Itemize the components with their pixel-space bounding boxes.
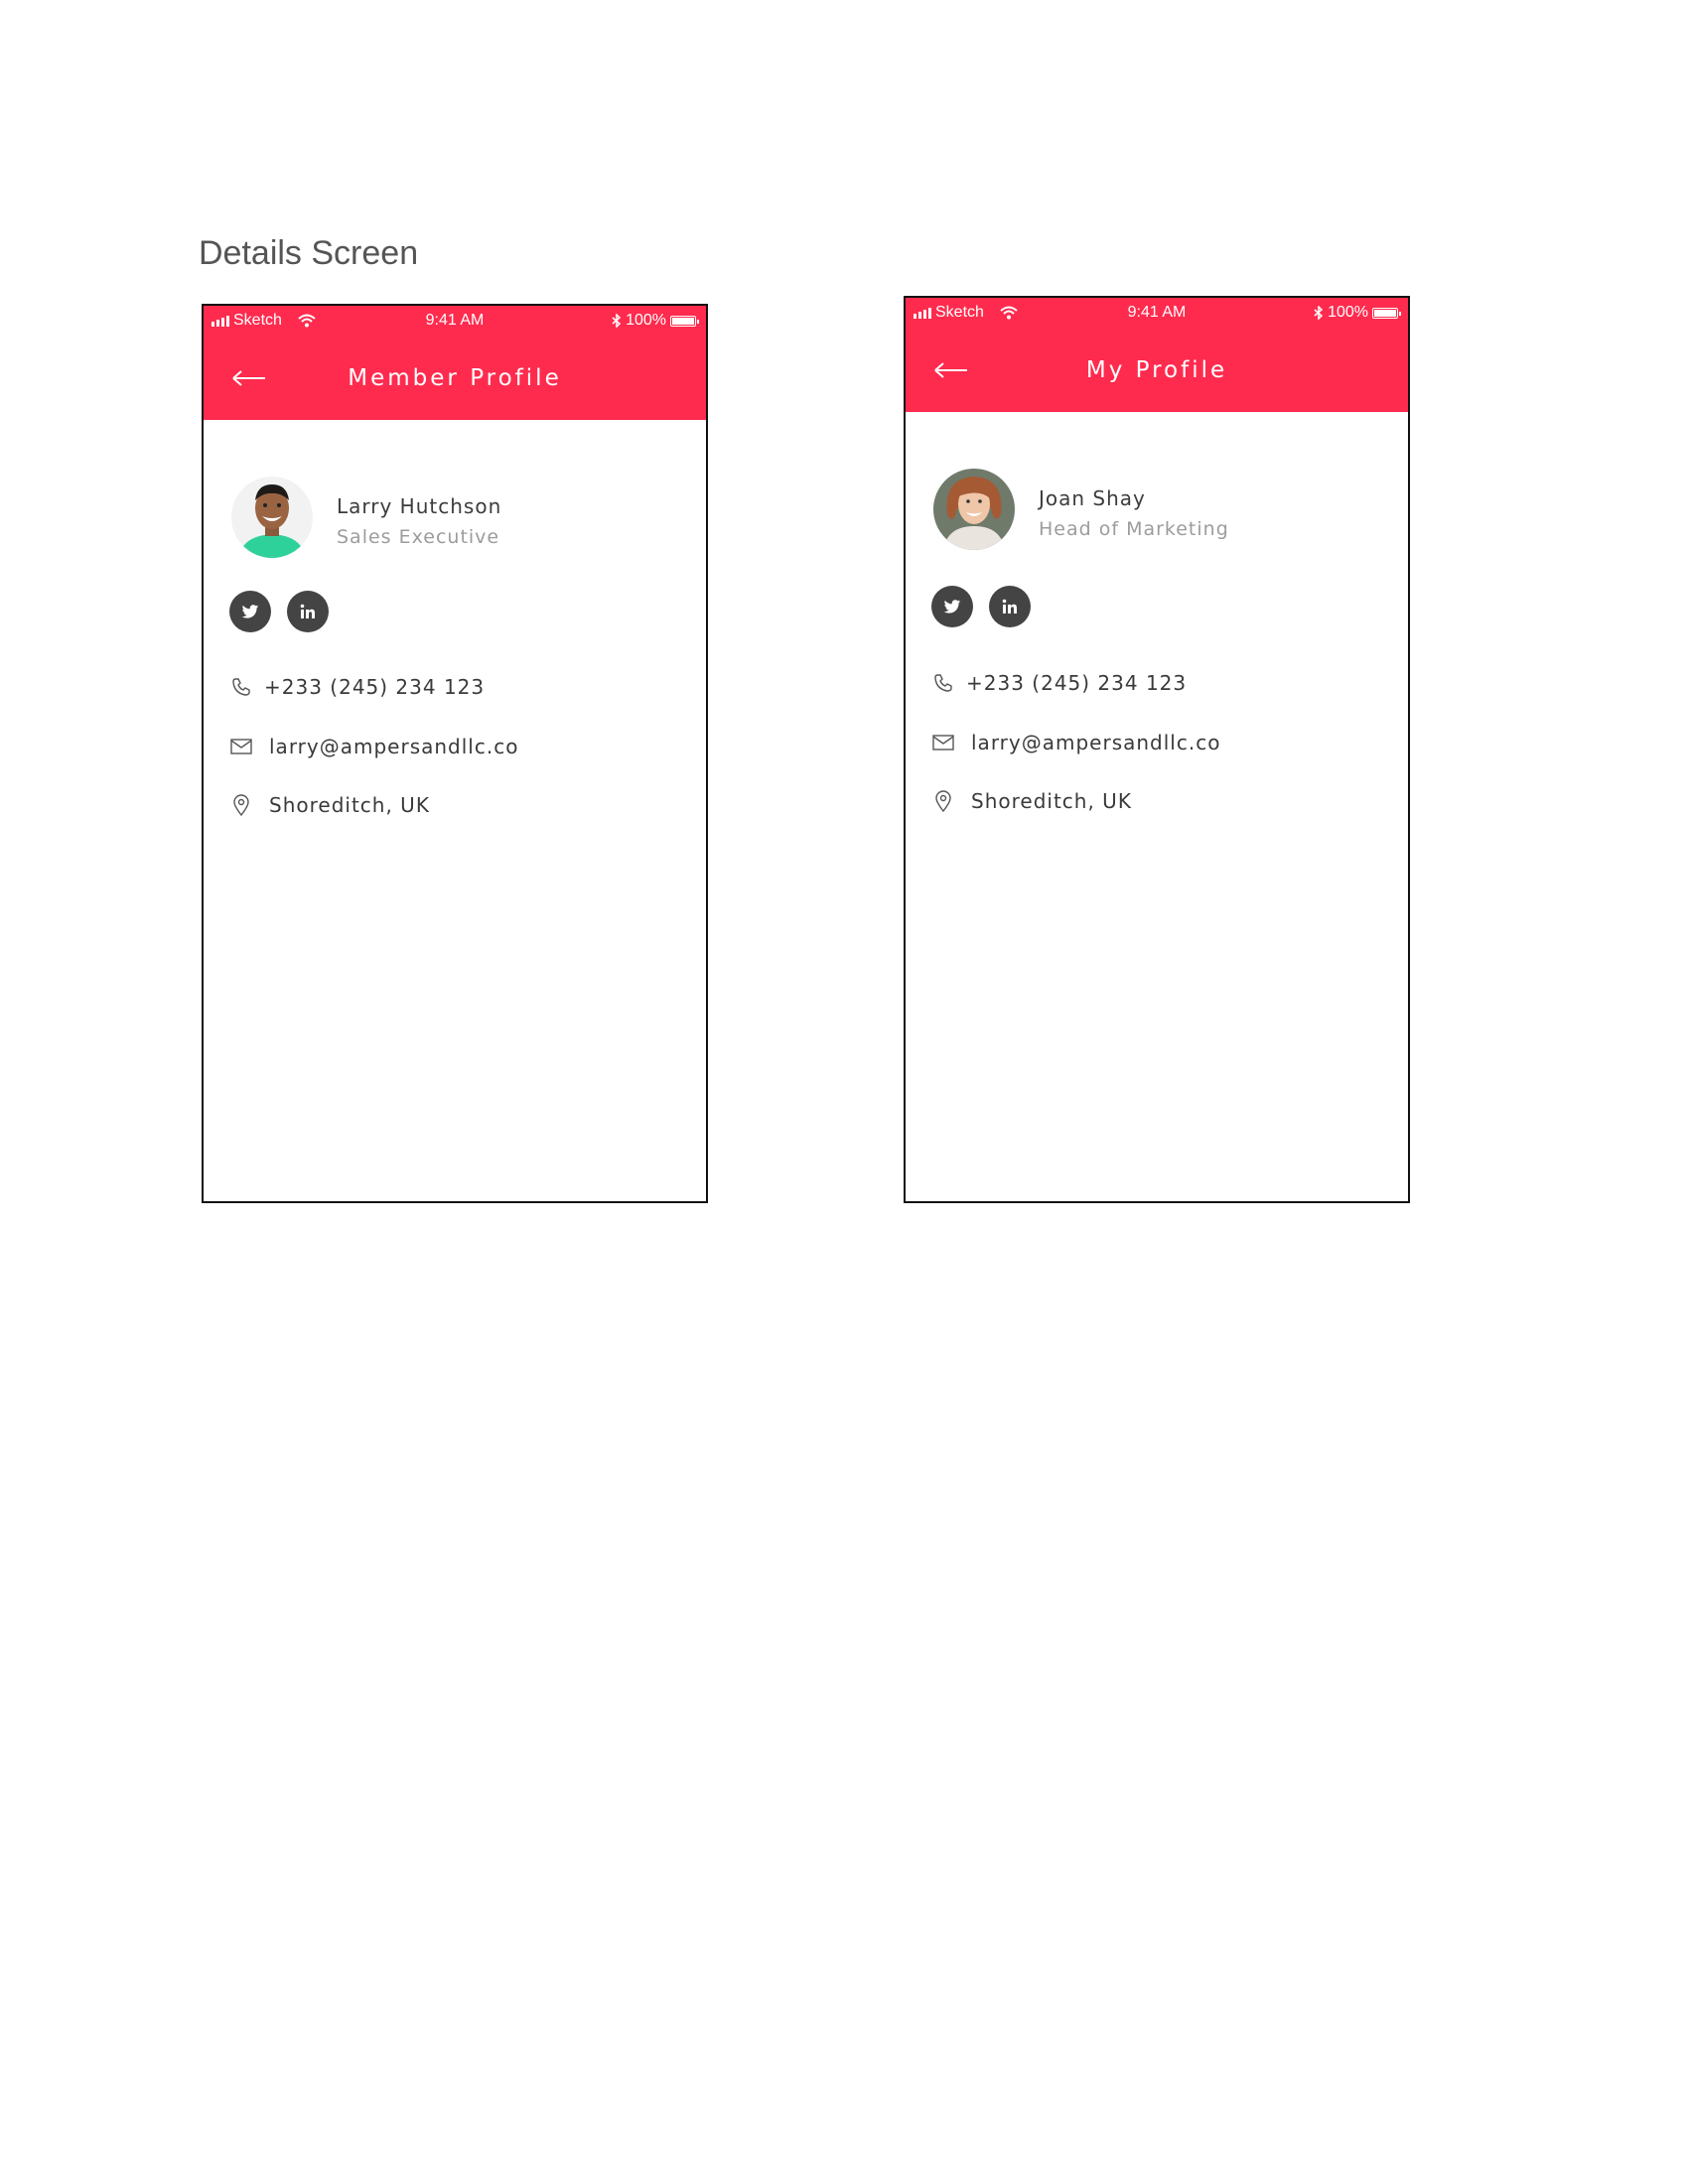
linkedin-button[interactable] <box>989 586 1031 627</box>
contact-phone[interactable]: +233 (245) 234 123 <box>229 672 485 702</box>
phone-icon <box>229 675 253 699</box>
twitter-icon <box>943 599 961 614</box>
profile-role: Sales Executive <box>337 526 500 548</box>
profile-header: Joan Shay Head of Marketing <box>933 469 1370 558</box>
location-text: Shoreditch, UK <box>269 793 430 817</box>
page-title: My Profile <box>1085 357 1228 383</box>
bluetooth-icon <box>612 314 622 328</box>
location-pin-icon <box>229 793 253 817</box>
contact-location: Shoreditch, UK <box>229 790 430 820</box>
twitter-button[interactable] <box>229 591 271 632</box>
email-address: larry@ampersandllc.co <box>269 735 519 758</box>
status-bar: Sketch 9:41 AM 100% <box>906 298 1408 328</box>
location-text: Shoreditch, UK <box>971 789 1132 813</box>
linkedin-icon <box>1002 599 1017 614</box>
phone-number: +233 (245) 234 123 <box>264 675 486 699</box>
twitter-icon <box>241 604 259 618</box>
avatar <box>933 469 1015 550</box>
linkedin-button[interactable] <box>287 591 329 632</box>
mail-icon <box>931 731 955 754</box>
app-bar: Sketch 9:41 AM 100% Member Profile <box>204 306 706 420</box>
avatar <box>231 477 313 558</box>
contact-location: Shoreditch, UK <box>931 786 1132 816</box>
app-bar: Sketch 9:41 AM 100% My Profile <box>906 298 1408 412</box>
social-links <box>931 586 1031 627</box>
location-pin-icon <box>931 789 955 813</box>
email-address: larry@ampersandllc.co <box>971 731 1221 754</box>
status-bar: Sketch 9:41 AM 100% <box>204 306 706 336</box>
page-heading: Details Screen <box>199 234 419 272</box>
battery-icon <box>1372 307 1401 319</box>
profile-role: Head of Marketing <box>1039 518 1229 540</box>
contact-email[interactable]: larry@ampersandllc.co <box>931 728 1220 757</box>
contact-email[interactable]: larry@ampersandllc.co <box>229 732 518 761</box>
profile-name: Larry Hutchson <box>337 494 502 518</box>
battery-icon <box>670 315 699 327</box>
battery-label: 100% <box>1328 304 1368 321</box>
phone-icon <box>931 671 955 695</box>
my-profile-screen: Sketch 9:41 AM 100% My Profile Joan Shay… <box>904 296 1410 1203</box>
battery-label: 100% <box>626 312 666 329</box>
contact-phone[interactable]: +233 (245) 234 123 <box>931 668 1187 698</box>
social-links <box>229 591 329 632</box>
profile-name: Joan Shay <box>1039 486 1146 510</box>
linkedin-icon <box>300 604 315 618</box>
page-title: Member Profile <box>348 365 562 391</box>
mail-icon <box>229 735 253 758</box>
twitter-button[interactable] <box>931 586 973 627</box>
member-profile-screen: Sketch 9:41 AM 100% Member Profile Larry… <box>202 304 708 1203</box>
phone-number: +233 (245) 234 123 <box>966 671 1188 695</box>
bluetooth-icon <box>1314 306 1324 320</box>
profile-header: Larry Hutchson Sales Executive <box>231 477 668 566</box>
